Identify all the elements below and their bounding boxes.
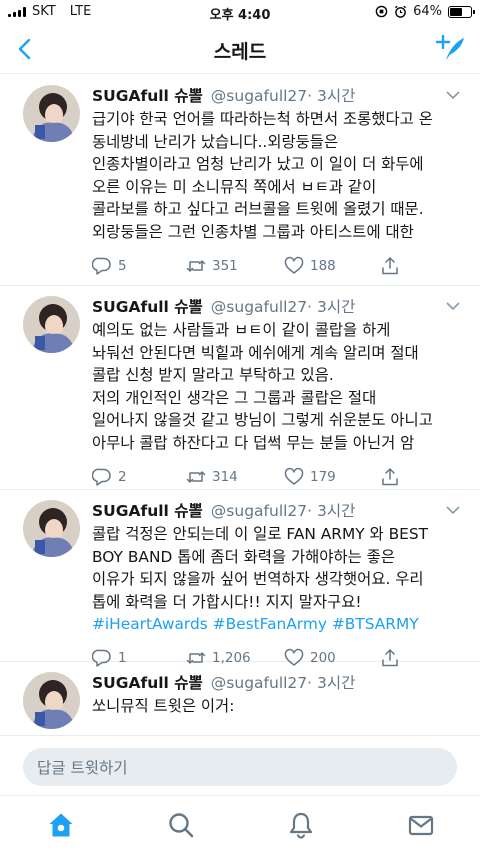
battery-percent: 64% bbox=[413, 4, 442, 19]
tweet-line: 놔둬선 안된다면 빅힡과 에쉬에게 계속 알리며 절대 bbox=[92, 343, 419, 362]
reply-count: 5 bbox=[118, 257, 127, 274]
reply-icon bbox=[92, 468, 111, 486]
avatar[interactable] bbox=[23, 500, 80, 557]
search-icon bbox=[169, 813, 194, 838]
tab-search[interactable] bbox=[167, 811, 195, 839]
retweet-icon bbox=[186, 259, 206, 272]
tweet-time: · 3시간 bbox=[307, 674, 356, 692]
hashtag-link[interactable]: #iHeartAwards #BestFanArmy #BTSARMY bbox=[92, 613, 468, 636]
page-title: 스레드 bbox=[213, 41, 267, 63]
avatar[interactable] bbox=[23, 672, 80, 729]
like-count: 188 bbox=[310, 257, 336, 274]
reply-button[interactable]: 2 bbox=[92, 467, 186, 487]
retweet-count: 351 bbox=[212, 257, 238, 274]
chevron-down-icon[interactable] bbox=[446, 91, 460, 100]
compose-tweet-icon[interactable] bbox=[434, 33, 466, 63]
retweet-button[interactable]: 314 bbox=[186, 467, 284, 487]
share-icon bbox=[382, 467, 398, 485]
tweet-line: 일어나지 않을것 같고 방님이 그렇게 쉬운분도 아니고 bbox=[92, 411, 433, 430]
tab-notifications[interactable] bbox=[287, 811, 315, 839]
tweet-header: SUGAfull 슈뽈 @sugafull27 · 3시간 bbox=[92, 84, 468, 108]
rotation-lock-icon bbox=[375, 5, 388, 18]
tweet-text: 쏘니뮤직 트윗은 이거: bbox=[92, 695, 468, 718]
status-right: 64% bbox=[375, 4, 475, 19]
tweet-line: 오른 이유는 미 소니뮤직 쪽에서 ㅂㅌ과 같이 bbox=[92, 177, 377, 196]
alarm-icon bbox=[395, 5, 407, 18]
retweet-count: 314 bbox=[212, 468, 238, 485]
tweet-time: · 3시간 bbox=[307, 502, 356, 520]
tab-home[interactable] bbox=[47, 811, 75, 839]
like-count: 179 bbox=[310, 468, 336, 485]
tweet-text: 콜랍 걱정은 안되는데 이 일로 FAN ARMY 와 BEST BOY BAN… bbox=[92, 523, 468, 636]
tweet[interactable]: SUGAfull 슈뽈 @sugafull27 · 3시간 쏘니뮤직 트윗은 이… bbox=[0, 662, 480, 735]
tweet-line: 저의 개인적인 생각은 그 그룹과 콜랍은 절대 bbox=[92, 388, 377, 407]
share-button[interactable] bbox=[380, 256, 400, 276]
tweet-time: · 3시간 bbox=[307, 298, 356, 316]
tweet-line: 콜라보를 하고 싶다고 러브콜을 트윗에 올렸기 때문. bbox=[92, 200, 424, 219]
tweet-line: 쏘니뮤직 트윗은 이거: bbox=[92, 697, 235, 715]
reply-count: 2 bbox=[118, 468, 127, 485]
heart-icon bbox=[284, 467, 304, 485]
reply-icon bbox=[92, 257, 111, 275]
like-button[interactable]: 179 bbox=[284, 467, 380, 487]
tweet-actions: 5 351 188 bbox=[92, 244, 468, 288]
like-button[interactable]: 188 bbox=[284, 256, 380, 276]
author-name[interactable]: SUGAfull 슈뽈 bbox=[92, 295, 203, 317]
tweet-header: SUGAfull 슈뽈 @sugafull27 · 3시간 bbox=[92, 671, 468, 695]
author-handle[interactable]: @sugafull27 bbox=[211, 674, 307, 692]
battery-fill bbox=[450, 7, 463, 16]
tab-messages[interactable] bbox=[407, 811, 435, 839]
share-button[interactable] bbox=[380, 467, 400, 487]
tweet-line: 동네방네 난리가 났습니다..외랑둥들은 bbox=[92, 132, 339, 151]
tweet-header: SUGAfull 슈뽈 @sugafull27 · 3시간 bbox=[92, 295, 468, 319]
author-handle[interactable]: @sugafull27 bbox=[211, 87, 307, 105]
thread-header: 스레드 bbox=[0, 24, 480, 74]
tweet-line: BOY BAND 톱에 좀더 화력을 가해야하는 좋은 bbox=[92, 547, 395, 566]
retweet-icon bbox=[186, 470, 206, 483]
chevron-down-icon[interactable] bbox=[446, 506, 460, 515]
messages-icon bbox=[408, 815, 434, 836]
reply-input[interactable]: 답글 트윗하기 bbox=[23, 748, 457, 786]
tweet-text: 예의도 없는 사람들과 ㅂㅌ이 같이 콜랍을 하게 놔둬선 안된다면 빅힡과 에… bbox=[92, 319, 468, 455]
battery-icon bbox=[448, 5, 475, 18]
chevron-down-icon[interactable] bbox=[446, 302, 460, 311]
heart-icon bbox=[284, 256, 304, 274]
tweet-line: 아무나 콜랍 하잔다고 다 덥썩 무는 분들 아닌거 암 bbox=[92, 433, 415, 452]
tweet-line: 급기야 한국 언어를 따라하는척 하면서 조롱했다고 온 bbox=[92, 110, 433, 128]
avatar[interactable] bbox=[23, 85, 80, 142]
tweet[interactable]: SUGAfull 슈뽈 @sugafull27 · 3시간 콜랍 걱정은 안되는… bbox=[0, 490, 480, 667]
author-handle[interactable]: @sugafull27 bbox=[211, 502, 307, 520]
tweet-header: SUGAfull 슈뽈 @sugafull27 · 3시간 bbox=[92, 499, 468, 523]
share-icon bbox=[382, 256, 398, 274]
thread-feed[interactable]: SUGAfull 슈뽈 @sugafull27 · 3시간 급기야 한국 언어를… bbox=[0, 75, 480, 735]
tab-bar bbox=[0, 795, 480, 853]
tweet-text: 급기야 한국 언어를 따라하는척 하면서 조롱했다고 온 동네방네 난리가 났습… bbox=[92, 108, 468, 244]
author-name[interactable]: SUGAfull 슈뽈 bbox=[92, 84, 203, 106]
tweet-line: 톱에 화력을 더 가합시다!! 지지 말자구요! bbox=[92, 592, 362, 611]
tweet[interactable]: SUGAfull 슈뽈 @sugafull27 · 3시간 예의도 없는 사람들… bbox=[0, 286, 480, 490]
tweet-line: 예의도 없는 사람들과 ㅂㅌ이 같이 콜랍을 하게 bbox=[92, 321, 391, 339]
author-name[interactable]: SUGAfull 슈뽈 bbox=[92, 671, 203, 693]
tweet-time: · 3시간 bbox=[307, 87, 356, 105]
tweet-line: 외랑둥들은 그런 인종차별 그룹과 아티스트에 대한 bbox=[92, 222, 414, 241]
notifications-icon bbox=[289, 812, 313, 839]
tweet-line: 이유가 되지 않을까 싶어 번역하자 생각햇어요. 우리 bbox=[92, 570, 424, 589]
author-handle[interactable]: @sugafull27 bbox=[211, 298, 307, 316]
tweet[interactable]: SUGAfull 슈뽈 @sugafull27 · 3시간 급기야 한국 언어를… bbox=[0, 75, 480, 286]
home-icon bbox=[49, 813, 73, 837]
avatar[interactable] bbox=[23, 296, 80, 353]
reply-bar: 답글 트윗하기 bbox=[0, 735, 480, 795]
retweet-button[interactable]: 351 bbox=[186, 256, 284, 276]
author-name[interactable]: SUGAfull 슈뽈 bbox=[92, 499, 203, 521]
reply-button[interactable]: 5 bbox=[92, 256, 186, 276]
tweet-line: 콜랍 걱정은 안되는데 이 일로 FAN ARMY 와 BEST bbox=[92, 525, 429, 543]
tweet-line: 인종차별이라고 엄청 난리가 났고 이 일이 더 화두에 bbox=[92, 155, 424, 174]
status-bar: SKT LTE 오후 4:40 64% bbox=[0, 0, 480, 24]
tweet-line: 콜랍 신청 받지 말라고 부탁하고 있음. bbox=[92, 366, 334, 385]
